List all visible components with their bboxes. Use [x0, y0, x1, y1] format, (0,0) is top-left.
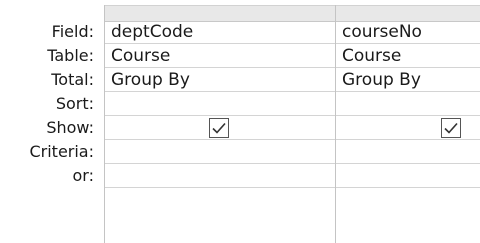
show-checkbox[interactable]	[209, 118, 229, 138]
label-criteria: Criteria:	[29, 142, 94, 161]
table-cell[interactable]: Course	[105, 44, 335, 68]
column-deptcode: deptCode Course Group By	[105, 20, 335, 243]
label-table: Table:	[47, 46, 94, 65]
total-cell[interactable]: Group By	[336, 68, 480, 92]
criteria-cell[interactable]	[105, 140, 335, 164]
label-field: Field:	[51, 22, 94, 41]
sort-cell[interactable]	[336, 92, 480, 116]
table-cell[interactable]: Course	[336, 44, 480, 68]
row-labels: Field: Table: Total: Sort: Show: Criteri…	[0, 20, 96, 188]
checkmark-icon	[212, 122, 226, 134]
or-cell[interactable]	[336, 164, 480, 188]
label-total: Total:	[51, 70, 94, 89]
query-design-grid: deptCode Course Group By courseNo Course…	[104, 0, 480, 243]
checkmark-icon	[444, 122, 458, 134]
show-cell[interactable]	[105, 116, 335, 140]
field-cell[interactable]: courseNo	[336, 20, 480, 44]
show-checkbox[interactable]	[441, 118, 461, 138]
column-courseno: courseNo Course Group By	[336, 20, 480, 243]
label-sort: Sort:	[55, 94, 94, 113]
sort-cell[interactable]	[105, 92, 335, 116]
or-cell[interactable]	[105, 164, 335, 188]
label-show: Show:	[46, 118, 94, 137]
show-cell[interactable]	[336, 116, 480, 140]
field-cell[interactable]: deptCode	[105, 20, 335, 44]
total-cell[interactable]: Group By	[105, 68, 335, 92]
criteria-cell[interactable]	[336, 140, 480, 164]
label-or: or:	[72, 166, 94, 185]
